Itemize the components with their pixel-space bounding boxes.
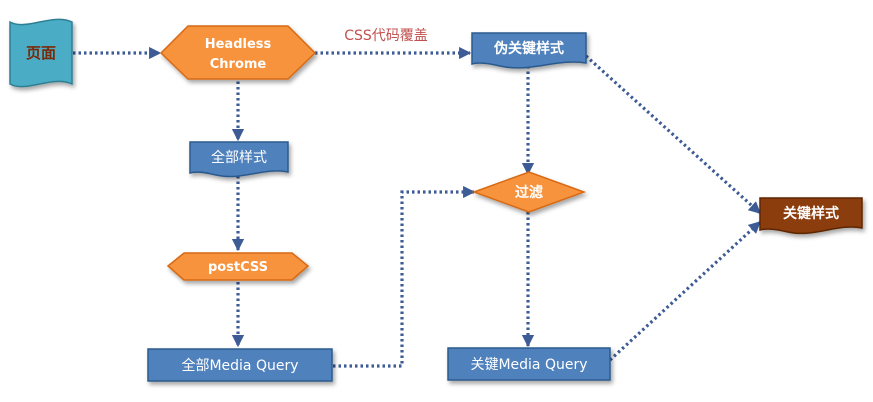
pseudo-critical-styles-label: 伪关键样式 — [493, 40, 564, 57]
node-postcss[interactable]: postCSS — [166, 252, 310, 281]
flowchart-canvas: CSS代码覆盖 页面 Headless Chrome 伪关键样式 全部样式 过滤… — [9, 18, 863, 382]
page-label: 页面 — [26, 44, 56, 62]
all-styles-label: 全部样式 — [211, 149, 267, 166]
arrow-criticalmedia-to-critical — [608, 220, 762, 362]
arrow-allmedia-to-filter — [333, 185, 476, 368]
node-filter[interactable]: 过滤 — [471, 171, 587, 213]
node-pseudo-critical-styles[interactable]: 伪关键样式 — [471, 32, 587, 69]
all-media-query-label: 全部Media Query — [181, 357, 298, 374]
node-all-media-query[interactable]: 全部Media Query — [147, 348, 333, 382]
critical-styles-label: 关键样式 — [783, 205, 839, 222]
node-headless-chrome[interactable]: Headless Chrome — [159, 25, 317, 80]
filter-label: 过滤 — [515, 184, 543, 201]
postcss-label: postCSS — [208, 260, 268, 275]
node-page[interactable]: 页面 — [9, 18, 73, 88]
critical-media-query-label: 关键Media Query — [470, 357, 587, 373]
node-all-styles[interactable]: 全部样式 — [189, 141, 289, 178]
flowchart: CSS代码覆盖 页面 Headless Chrome 伪关键样式 全部样式 过滤… — [0, 0, 873, 402]
node-critical-styles[interactable]: 关键样式 — [759, 197, 863, 235]
headless-chrome-label-line2: Chrome — [210, 57, 267, 72]
arrow-pseudo-to-critical — [584, 54, 762, 215]
node-critical-media-query[interactable]: 关键Media Query — [447, 347, 611, 381]
edge-label-css-override: CSS代码覆盖 — [344, 28, 428, 44]
headless-chrome-label-line1: Headless — [205, 37, 272, 52]
